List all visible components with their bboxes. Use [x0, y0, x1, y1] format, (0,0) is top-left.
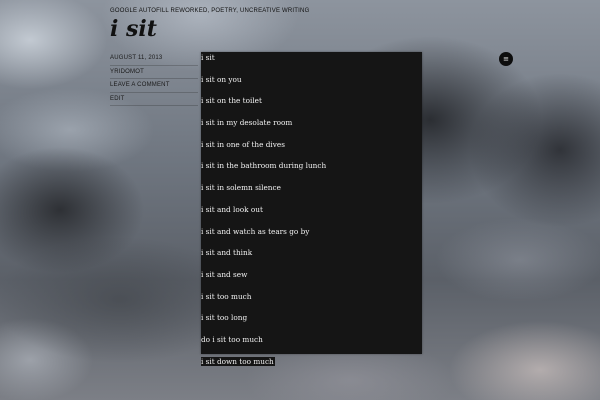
poem-line: i sit too much — [201, 291, 327, 314]
poem-line-text: i sit and look out — [201, 204, 264, 214]
poem-line-text: i sit too much — [201, 291, 253, 301]
poem-line-text: i sit and sew — [201, 269, 249, 279]
post-meta: AUGUST 11, 2013 YRIDOMOT LEAVE A COMMENT… — [110, 52, 198, 106]
poem-line-text: i sit in the bathroom during lunch — [201, 161, 328, 171]
poem-line: do i sit too much — [201, 334, 327, 357]
poem-line: i sit in solemn silence — [201, 183, 327, 205]
post-author-link[interactable]: YRIDOMOT — [110, 66, 198, 79]
poem-line-text: do i sit too much — [201, 334, 264, 344]
poem-line-text: i sit — [201, 53, 216, 62]
poem-line: i sit down too much — [201, 356, 327, 379]
poem-line-text: i sit on the toilet — [201, 96, 263, 106]
poem-line-text: i sit in solemn silence — [201, 183, 282, 193]
post-date-link[interactable]: AUGUST 11, 2013 — [110, 52, 198, 66]
leave-comment-link[interactable]: LEAVE A COMMENT — [110, 79, 198, 93]
poem-line-text: i sit too long — [201, 313, 249, 323]
poem-line: i sit — [201, 53, 327, 75]
poem-line-text: i sit and think — [201, 248, 254, 258]
poem-line: i sit in one of the dives — [201, 139, 327, 162]
poem-lines: i sit i sit on you i sit on the toilet i… — [201, 53, 328, 379]
post-title[interactable]: i sit — [110, 14, 157, 44]
poem-line: i sit and think — [201, 248, 327, 270]
poem-line-text: i sit on you — [201, 74, 243, 84]
poem-line: i sit in the bathroom during lunch — [201, 161, 328, 183]
poem-line: i sit and sew — [201, 269, 327, 292]
poem-line: i sit and look out — [201, 204, 327, 227]
menu-icon: ≡ — [503, 55, 509, 63]
poem-line-text: i sit and watch as tears go by — [201, 226, 311, 236]
poem-line: i sit on you — [201, 74, 327, 97]
poem-line: i sit and watch as tears go by — [201, 226, 327, 249]
poem-line: i sit too long — [201, 313, 327, 335]
edit-link[interactable]: EDIT — [110, 93, 198, 106]
poem-line-text: i sit in my desolate room — [201, 118, 294, 128]
poem-line-text: i sit in one of the dives — [201, 139, 286, 149]
menu-toggle-button[interactable]: ≡ — [499, 52, 513, 66]
poem-line-text: i sit down too much — [201, 356, 275, 366]
poem-line: i sit in my desolate room — [201, 118, 327, 140]
poem-line: i sit on the toilet — [201, 96, 327, 118]
